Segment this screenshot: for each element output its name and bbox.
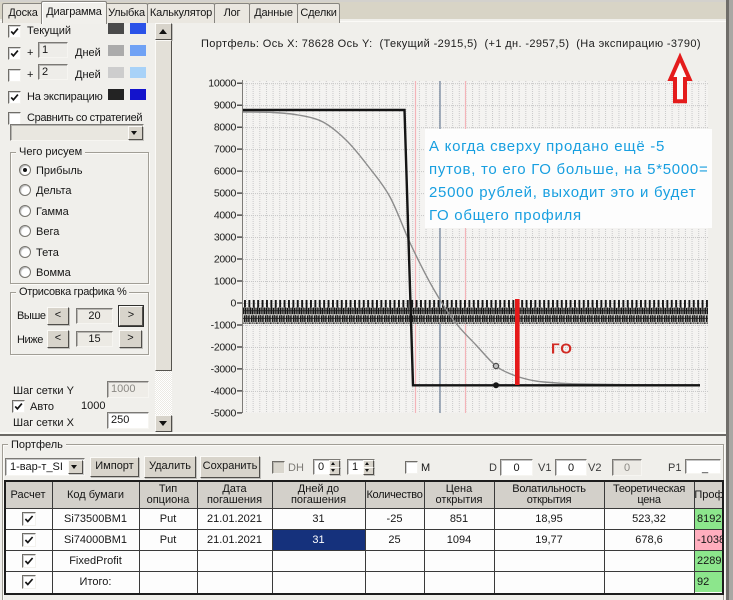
svg-text:8000: 8000	[214, 122, 237, 134]
svg-text:-4000: -4000	[211, 385, 237, 397]
svg-text:7000: 7000	[214, 144, 237, 156]
svg-text:-3000: -3000	[211, 363, 237, 375]
svg-text:0: 0	[230, 298, 236, 310]
svg-text:4000: 4000	[214, 210, 237, 222]
svg-text:-2000: -2000	[211, 342, 237, 354]
svg-text:-1000: -1000	[211, 320, 237, 332]
svg-text:ГО: ГО	[551, 341, 573, 358]
svg-text:1000: 1000	[214, 276, 237, 288]
svg-text:6000: 6000	[214, 166, 237, 178]
svg-text:-5000: -5000	[211, 407, 237, 419]
svg-text:10000: 10000	[208, 78, 236, 90]
svg-text:5000: 5000	[214, 188, 237, 200]
svg-text:2000: 2000	[214, 254, 237, 266]
svg-text:9000: 9000	[214, 100, 237, 112]
svg-text:3000: 3000	[214, 232, 237, 244]
